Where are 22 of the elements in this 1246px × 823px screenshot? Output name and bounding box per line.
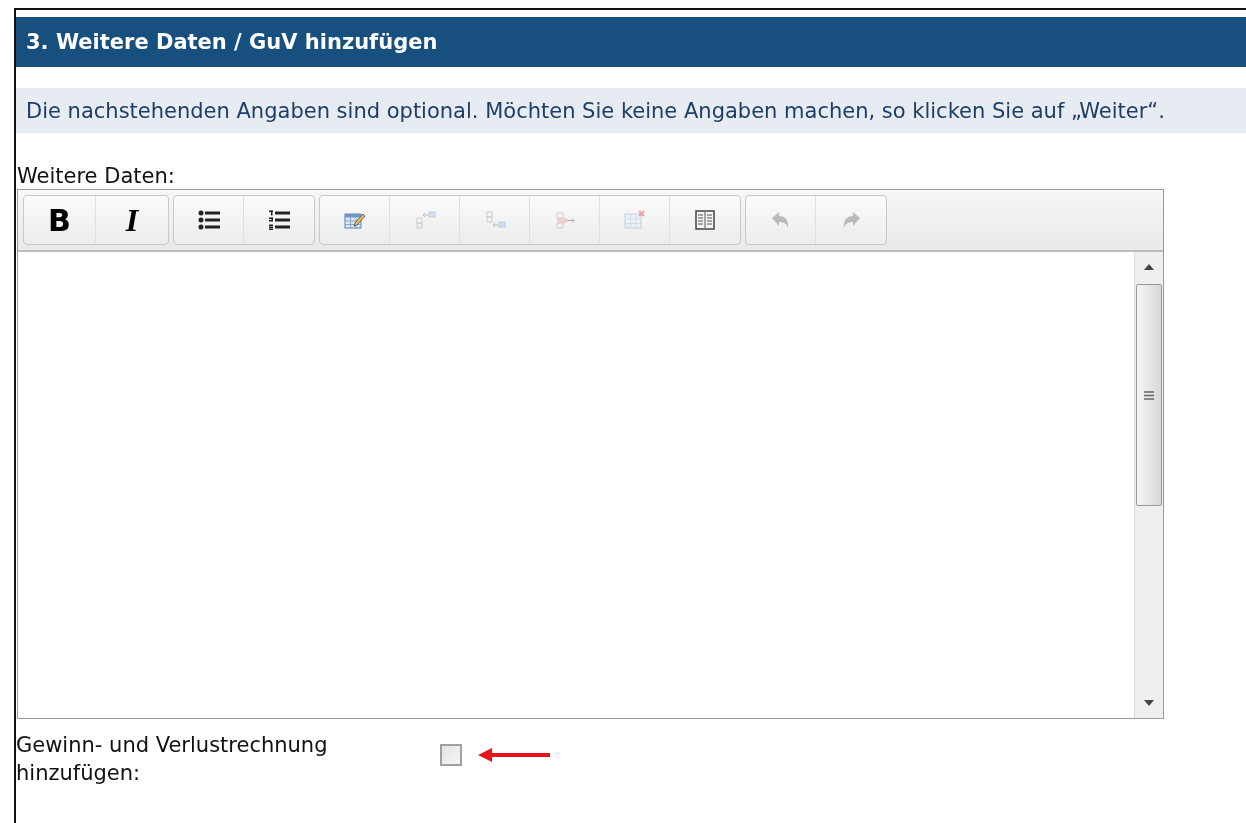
bullet-list-icon xyxy=(197,210,220,230)
numbered-list-icon xyxy=(268,210,290,230)
delete-table-icon xyxy=(623,210,646,230)
field-label: Weitere Daten: xyxy=(17,163,176,189)
table-pencil-icon xyxy=(343,210,366,230)
scroll-up-icon[interactable] xyxy=(1144,264,1154,270)
rich-text-editor[interactable]: B I xyxy=(17,189,1164,719)
vertical-scrollbar[interactable] xyxy=(1134,252,1163,718)
table-grid-icon xyxy=(694,210,716,230)
scroll-down-icon[interactable] xyxy=(1144,700,1154,706)
arrow-annotation xyxy=(478,747,550,763)
insert-row-icon xyxy=(483,210,506,230)
checkbox[interactable] xyxy=(440,744,462,766)
info-notice: Die nachstehenden Angaben sind optional. Möchten Sie keine Angaben machen, so klicken Sie auf „Weiter“. xyxy=(16,88,1246,133)
bold-button[interactable]: B xyxy=(24,196,96,244)
insert-row-icon xyxy=(413,210,436,230)
move-column-icon xyxy=(553,210,576,230)
checkbox-label: Gewinn- und Verlustrechnung hinzufügen: xyxy=(16,732,329,787)
scrollbar-thumb[interactable] xyxy=(1136,284,1162,506)
italic-button[interactable]: I xyxy=(96,196,168,244)
grip-icon xyxy=(1144,390,1154,400)
section-header: 3. Weitere Daten / GuV hinzufügen xyxy=(16,17,1246,67)
